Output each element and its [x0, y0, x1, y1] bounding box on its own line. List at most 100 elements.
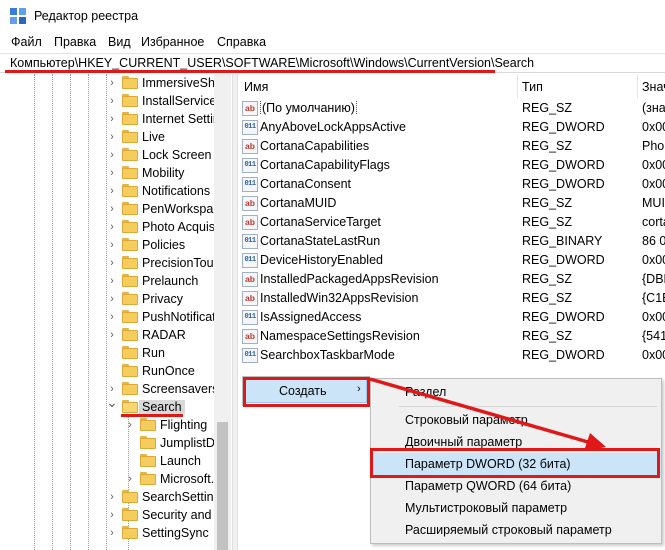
tree-item[interactable]: › Lock Screen	[0, 146, 232, 164]
tree-item[interactable]: RunOnce	[0, 362, 232, 380]
value-row[interactable]: 011SearchboxTaskbarMode REG_DWORD 0x00	[238, 346, 665, 365]
value-row[interactable]: 011AnyAboveLockAppsActive REG_DWORD 0x00	[238, 118, 665, 137]
tree-item[interactable]: › Microsoft.	[0, 470, 232, 488]
chevron-right-icon[interactable]: ›	[106, 148, 118, 162]
tree-item[interactable]: Run	[0, 344, 232, 362]
tree-item[interactable]: › ImmersiveShe	[0, 74, 232, 92]
chevron-right-icon[interactable]: ›	[106, 526, 118, 540]
tree-item[interactable]: › Photo Acquis	[0, 218, 232, 236]
column-header-name[interactable]: Имя	[238, 74, 518, 98]
chevron-right-icon[interactable]: ›	[106, 220, 118, 234]
tree-item[interactable]: › Mobility	[0, 164, 232, 182]
tree-item[interactable]: › Security and M	[0, 506, 232, 524]
tree-item-label: Policies	[142, 238, 186, 252]
menu-file[interactable]: Файл	[11, 35, 42, 49]
value-name: CortanaServiceTarget	[260, 215, 381, 229]
value-data: 0x00	[642, 120, 665, 134]
chevron-right-icon[interactable]: ›	[106, 166, 118, 180]
value-name: InstalledWin32AppsRevision	[260, 291, 419, 305]
value-type: REG_SZ	[522, 272, 573, 286]
tree-item[interactable]: Launch	[0, 452, 232, 470]
chevron-right-icon[interactable]: ›	[106, 310, 118, 324]
chevron-right-icon[interactable]: ›	[106, 274, 118, 288]
tree-item[interactable]: › Policies	[0, 236, 232, 254]
column-header-type[interactable]: Тип	[518, 74, 638, 98]
chevron-right-icon[interactable]: ›	[106, 184, 118, 198]
chevron-right-icon[interactable]: ›	[106, 94, 118, 108]
submenu-separator	[399, 406, 657, 407]
value-data: 86 0	[642, 234, 665, 248]
chevron-right-icon[interactable]: ›	[106, 292, 118, 306]
value-row[interactable]: 011 CortanaStateLastRun REG_BINARY 86 0	[238, 232, 665, 251]
chevron-right-icon[interactable]: ›	[106, 202, 118, 216]
value-type: REG_DWORD	[522, 120, 605, 134]
chevron-right-icon[interactable]: ›	[106, 130, 118, 144]
submenu-item[interactable]: Мультистроковый параметр	[371, 497, 661, 519]
chevron-right-icon[interactable]: ›	[106, 508, 118, 522]
address-path[interactable]: Компьютер\HKEY_CURRENT_USER\SOFTWARE\Mic…	[10, 56, 534, 70]
chevron-right-icon[interactable]: ›	[124, 418, 136, 432]
chevron-right-icon[interactable]: ›	[106, 328, 118, 342]
value-row[interactable]: ab CortanaMUID REG_SZ MUI	[238, 194, 665, 213]
chevron-right-icon[interactable]: ›	[106, 76, 118, 90]
value-row[interactable]: abCortanaCapabilities REG_SZ Phor	[238, 137, 665, 156]
value-name: CortanaCapabilityFlags	[260, 158, 390, 172]
submenu-item[interactable]: Параметр QWORD (64 бита)	[371, 475, 661, 497]
tree-item[interactable]: › SettingSync	[0, 524, 232, 542]
folder-icon	[140, 454, 156, 467]
chevron-right-icon[interactable]: ›	[124, 472, 136, 486]
submenu-item[interactable]: Расширяемый строковый параметр	[371, 519, 661, 541]
chevron-down-icon[interactable]: ⌄	[106, 395, 118, 409]
folder-icon	[122, 310, 138, 323]
tree-item[interactable]: › Privacy	[0, 290, 232, 308]
menu-help[interactable]: Справка	[217, 35, 266, 49]
value-data: {DBD	[642, 272, 665, 286]
tree-item[interactable]: › PrecisionTouc	[0, 254, 232, 272]
tree-item[interactable]: › Prelaunch	[0, 272, 232, 290]
tree-item[interactable]: › Internet Settir	[0, 110, 232, 128]
value-data: {C1E	[642, 291, 665, 305]
folder-icon	[122, 328, 138, 341]
value-type: REG_SZ	[522, 215, 573, 229]
tree-item[interactable]: › PushNotificat	[0, 308, 232, 326]
submenu-item[interactable]: Строковый параметр	[371, 409, 661, 431]
tree-scrollbar-thumb[interactable]	[217, 422, 228, 550]
chevron-right-icon[interactable]: ›	[106, 490, 118, 504]
value-row[interactable]: 011CortanaConsent REG_DWORD 0x00	[238, 175, 665, 194]
value-row[interactable]: ab (По умолчанию) REG_SZ (зна	[238, 99, 665, 118]
chevron-right-icon[interactable]: ›	[106, 256, 118, 270]
tree-item[interactable]: › Flighting	[0, 416, 232, 434]
tree-item[interactable]: › InstallService	[0, 92, 232, 110]
column-header-data[interactable]: Знач	[638, 74, 665, 98]
value-type: REG_SZ	[522, 329, 573, 343]
tree-scrollbar[interactable]	[214, 74, 231, 550]
folder-icon	[122, 508, 138, 521]
value-row[interactable]: 011DeviceHistoryEnabled REG_DWORD 0x00	[238, 251, 665, 270]
tree-item[interactable]: › Notifications	[0, 182, 232, 200]
value-type: REG_SZ	[522, 139, 573, 153]
value-row[interactable]: 011IsAssignedAccess REG_DWORD 0x00	[238, 308, 665, 327]
string-value-icon: ab	[242, 291, 258, 306]
value-row[interactable]: abCortanaServiceTarget REG_SZ corta	[238, 213, 665, 232]
value-data: 0x00	[642, 158, 665, 172]
menu-view[interactable]: Вид	[108, 35, 131, 49]
tree-item[interactable]: ⌄ Search	[0, 395, 232, 416]
value-row[interactable]: abInstalledWin32AppsRevision REG_SZ {C1E	[238, 289, 665, 308]
tree-item[interactable]: › SearchSetting	[0, 488, 232, 506]
value-row[interactable]: 011CortanaCapabilityFlags REG_DWORD 0x00	[238, 156, 665, 175]
search-key-underline-annotation	[121, 414, 183, 417]
menu-edit[interactable]: Правка	[54, 35, 96, 49]
value-row[interactable]: ab NamespaceSettingsRevision REG_SZ {541	[238, 327, 665, 346]
chevron-right-icon[interactable]: ›	[106, 112, 118, 126]
value-row[interactable]: ab InstalledPackagedAppsRevision REG_SZ {DB…	[238, 270, 665, 289]
menu-favorites[interactable]: Избранное	[141, 35, 204, 49]
tree-item[interactable]: JumplistDa	[0, 434, 232, 452]
tree-item[interactable]: › RADAR	[0, 326, 232, 344]
submenu-item[interactable]: Раздел	[371, 381, 661, 403]
tree-item-label: Mobility	[142, 166, 185, 180]
folder-icon	[122, 76, 138, 89]
chevron-right-icon[interactable]: ›	[106, 238, 118, 252]
tree-item-label: Lock Screen	[142, 148, 212, 162]
tree-item[interactable]: › Live	[0, 128, 232, 146]
tree-item[interactable]: › PenWorkspac	[0, 200, 232, 218]
